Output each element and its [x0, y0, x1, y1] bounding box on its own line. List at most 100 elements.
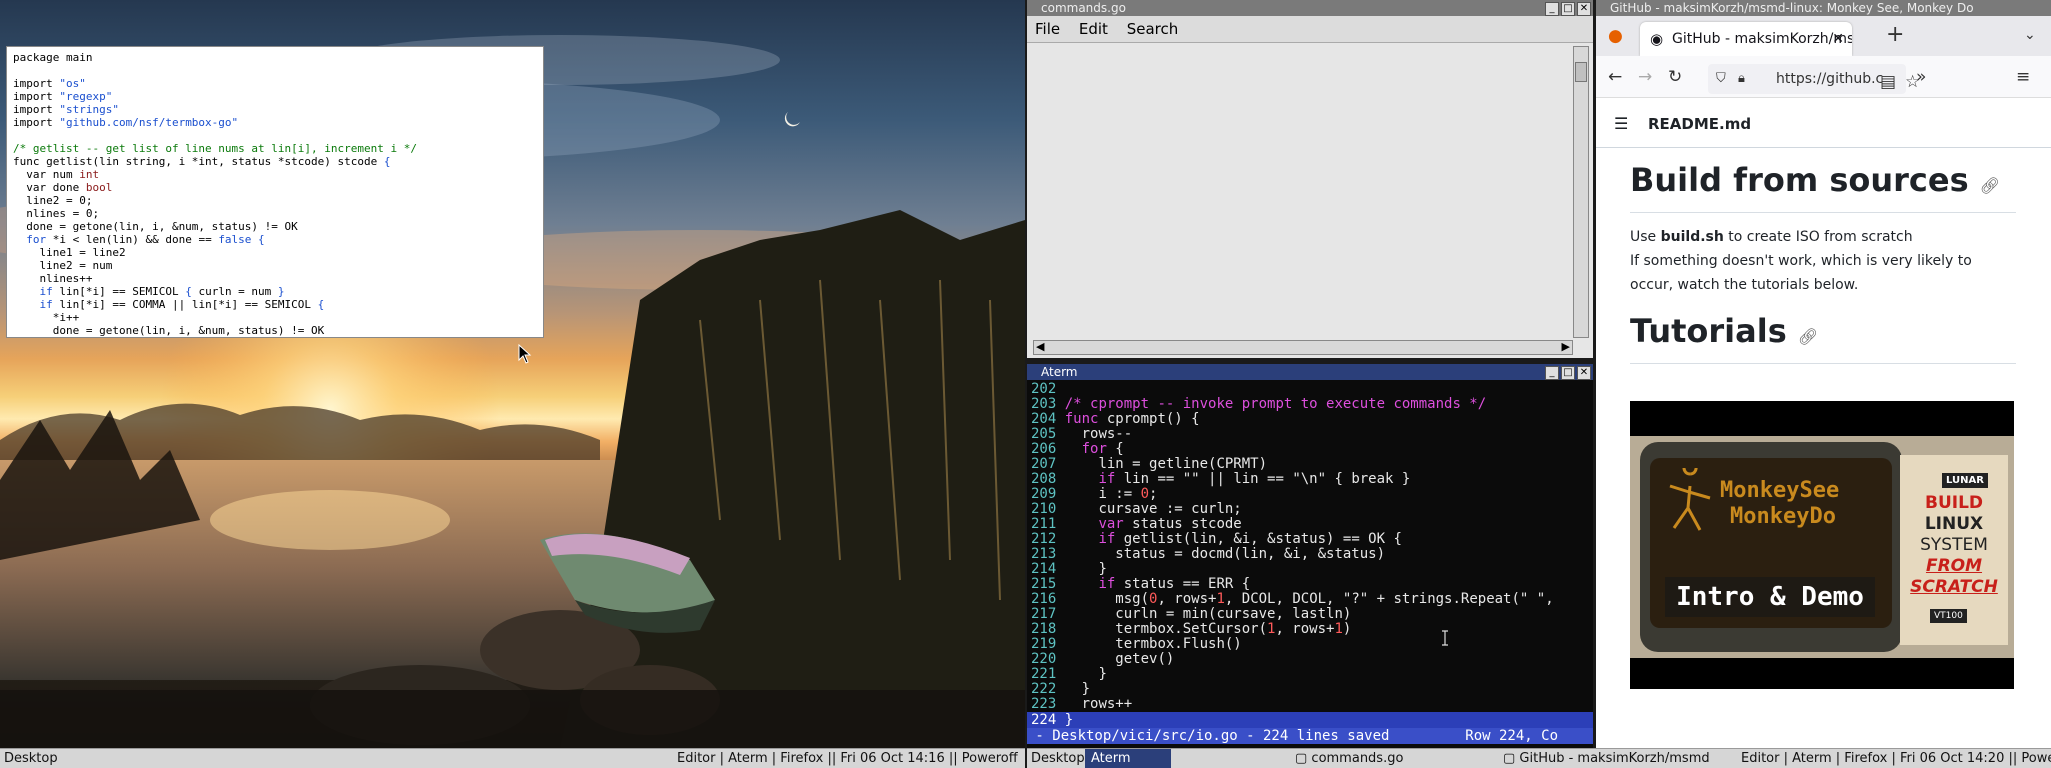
taskbar-aterm[interactable]: Aterm	[1085, 749, 1171, 768]
code-line: nlines++	[13, 272, 93, 285]
readme-filename: README.md	[1648, 115, 1752, 133]
terminal-line: 204 func cprompt() {	[1031, 411, 1200, 427]
back-icon[interactable]: ←	[1608, 67, 1622, 87]
video-text-build: BUILD	[1924, 493, 1984, 513]
terminal-line: 207 lin = getline(CPRMT)	[1031, 456, 1268, 472]
shield-icon[interactable]: ⛉	[1716, 64, 1726, 94]
terminal-line: 220 getev()	[1031, 651, 1175, 667]
anchor-link-icon[interactable]: 🔗︎	[1980, 176, 2000, 195]
firefox-menu-icon[interactable]: ●	[1608, 26, 1623, 46]
editor-titlebar[interactable]: commands.go _ □ ✕	[1027, 0, 1593, 16]
taskbar-left: Desktop Editor | Aterm | Firefox || Fri …	[0, 748, 1025, 768]
taskbar-github[interactable]: ▢ GitHub - maksimKorzh/msmd	[1503, 749, 1710, 768]
editor-status-line: - Desktop/vici/src/io.go - 224 lines sav…	[1027, 728, 1593, 744]
code-line: func getlist(lin string, i *int, status …	[13, 155, 391, 168]
close-icon[interactable]: ✕	[1577, 366, 1591, 380]
code-line: import "regexp"	[13, 90, 113, 103]
tab-label: GitHub - maksimKorzh/msm	[1672, 31, 1852, 47]
terminal-line: 219 termbox.Flush()	[1031, 636, 1242, 652]
code-line: line1 = line2	[13, 246, 126, 259]
desktop-label[interactable]: Desktop	[4, 749, 58, 768]
screen-text-2: MonkeyDo	[1730, 504, 1836, 529]
mouse-pointer-icon	[518, 344, 532, 364]
minimize-icon[interactable]: _	[1545, 2, 1559, 16]
editor-title: commands.go	[1041, 1, 1126, 15]
terminal-output[interactable]: 202 203 /* cprompt -- invoke prompt to ex…	[1027, 380, 1593, 748]
terminal-line: 210 cursave := curln;	[1031, 501, 1242, 517]
tab-github[interactable]: ◉ GitHub - maksimKorzh/msm ✕	[1640, 22, 1852, 56]
video-text-system: SYSTEM	[1920, 535, 1988, 555]
code-line: line2 = 0;	[13, 194, 93, 207]
terminal-line: 215 if status == ERR {	[1031, 576, 1251, 592]
terminal-cursor-line: 224 }	[1027, 712, 1593, 728]
brand-badge: LUNAR	[1942, 473, 1988, 488]
code-line: var num int	[13, 168, 100, 181]
app-menu-icon[interactable]: ≡	[2016, 67, 2030, 87]
list-icon[interactable]: ☰	[1614, 100, 1628, 148]
github-favicon-icon: ◉	[1650, 30, 1664, 48]
aterm-title: Aterm	[1041, 365, 1078, 379]
reload-icon[interactable]: ↻	[1668, 67, 1682, 87]
terminal-line: 218 termbox.SetCursor(1, rows+1)	[1031, 621, 1352, 637]
heading-tutorials: Tutorials 🔗︎	[1630, 311, 2016, 364]
vt100-badge: VT100	[1930, 609, 1967, 623]
code-line: for *i < len(lin) && done == false {	[26, 233, 265, 246]
moon-shape	[784, 112, 800, 127]
menu-search[interactable]: Search	[1127, 20, 1179, 38]
terminal-line: 206 for {	[1031, 441, 1124, 457]
terminal-line: 203 /* cprompt -- invoke prompt to execu…	[1031, 396, 1487, 412]
url-text: https://github.c	[1776, 71, 1884, 87]
terminal-line: 223 rows++	[1031, 696, 1133, 712]
scroll-right-icon[interactable]: ▶	[1562, 340, 1570, 353]
taskbar-task-list[interactable]: Editor | Aterm | Firefox || Fri 06 Oct 1…	[677, 749, 1018, 768]
video-caption: Intro & Demo	[1665, 577, 1875, 617]
paragraph-use-build: Use build.sh to create ISO from scratch	[1630, 229, 1913, 245]
scroll-left-icon[interactable]: ◀	[1036, 340, 1044, 353]
anchor-link-icon[interactable]: 🔗︎	[1798, 327, 1818, 346]
menu-file[interactable]: File	[1035, 20, 1060, 38]
code-line: nlines = 0;	[13, 207, 100, 220]
terminal-line: 222 }	[1031, 681, 1091, 697]
terminal-line: 212 if getlist(lin, &i, &status) == OK {	[1031, 531, 1402, 547]
url-bar[interactable]: ⛉ 🔒︎ https://github.c	[1708, 64, 1906, 94]
taskbar-commands[interactable]: ▢ commands.go	[1295, 749, 1403, 768]
video-text-scratch: SCRATCH	[1910, 577, 1998, 597]
taskbar-task-list[interactable]: Editor | Aterm | Firefox | Fri 06 Oct 14…	[1741, 749, 2051, 768]
terminal-line: 208 if lin == "" || lin == "\n" { break …	[1031, 471, 1411, 487]
terminal-line: 221 }	[1031, 666, 1107, 682]
tab-close-icon[interactable]: ✕	[1832, 22, 1844, 56]
reader-view-icon[interactable]: ▤	[1880, 72, 1896, 92]
video-text-from: FROM	[1925, 556, 1983, 576]
editor-window: commands.go _ □ ✕ File Edit Search	[1027, 0, 1593, 358]
editor-code-area[interactable]: package main import "os" import "regexp" i…	[6, 46, 544, 338]
code-line: *i++	[13, 311, 80, 324]
code-line: if lin[*i] == SEMICOL { curln = num }	[39, 285, 285, 298]
code-line: } else { done = true }	[13, 337, 543, 338]
desktop-label[interactable]: Desktop	[1031, 749, 1085, 768]
maximize-icon[interactable]: □	[1561, 2, 1575, 16]
new-tab-icon[interactable]: +	[1886, 24, 1904, 46]
build-sh-text: build.sh	[1660, 229, 1724, 245]
terminal-line: 202	[1031, 381, 1057, 397]
bookmark-star-icon[interactable]: ☆	[1905, 72, 1920, 92]
tab-list-icon[interactable]: ⌄	[2024, 25, 2036, 45]
minimize-icon[interactable]: _	[1545, 366, 1559, 380]
aterm-titlebar[interactable]: Aterm _ □ ✕	[1027, 364, 1593, 380]
terminal-line: 213 status = docmd(lin, &i, &status)	[1031, 546, 1386, 562]
editor-horizontal-scrollbar[interactable]: ◀ ▶	[1033, 340, 1573, 355]
firefox-titlebar[interactable]: GitHub - maksimKorzh/msmd-linux: Monkey …	[1596, 0, 2051, 16]
paragraph-if-something: If something doesn't work, which is very…	[1630, 253, 1972, 293]
editor-scroll-thumb[interactable]	[1575, 62, 1587, 82]
maximize-icon[interactable]: □	[1561, 366, 1575, 380]
lock-icon[interactable]: 🔒︎	[1738, 64, 1745, 94]
terminal-line: 209 i := 0;	[1031, 486, 1158, 502]
menu-edit[interactable]: Edit	[1079, 20, 1108, 38]
forward-icon[interactable]: →	[1638, 67, 1652, 87]
taskbar-right: Desktop Aterm ▢ commands.go ▢ GitHub - m…	[1027, 748, 2051, 768]
terminal-line: 214 }	[1031, 561, 1107, 577]
editor-vertical-scrollbar[interactable]	[1573, 46, 1589, 338]
heading-build-from-sources: Build from sources 🔗︎	[1630, 160, 2016, 213]
close-icon[interactable]: ✕	[1577, 2, 1591, 16]
